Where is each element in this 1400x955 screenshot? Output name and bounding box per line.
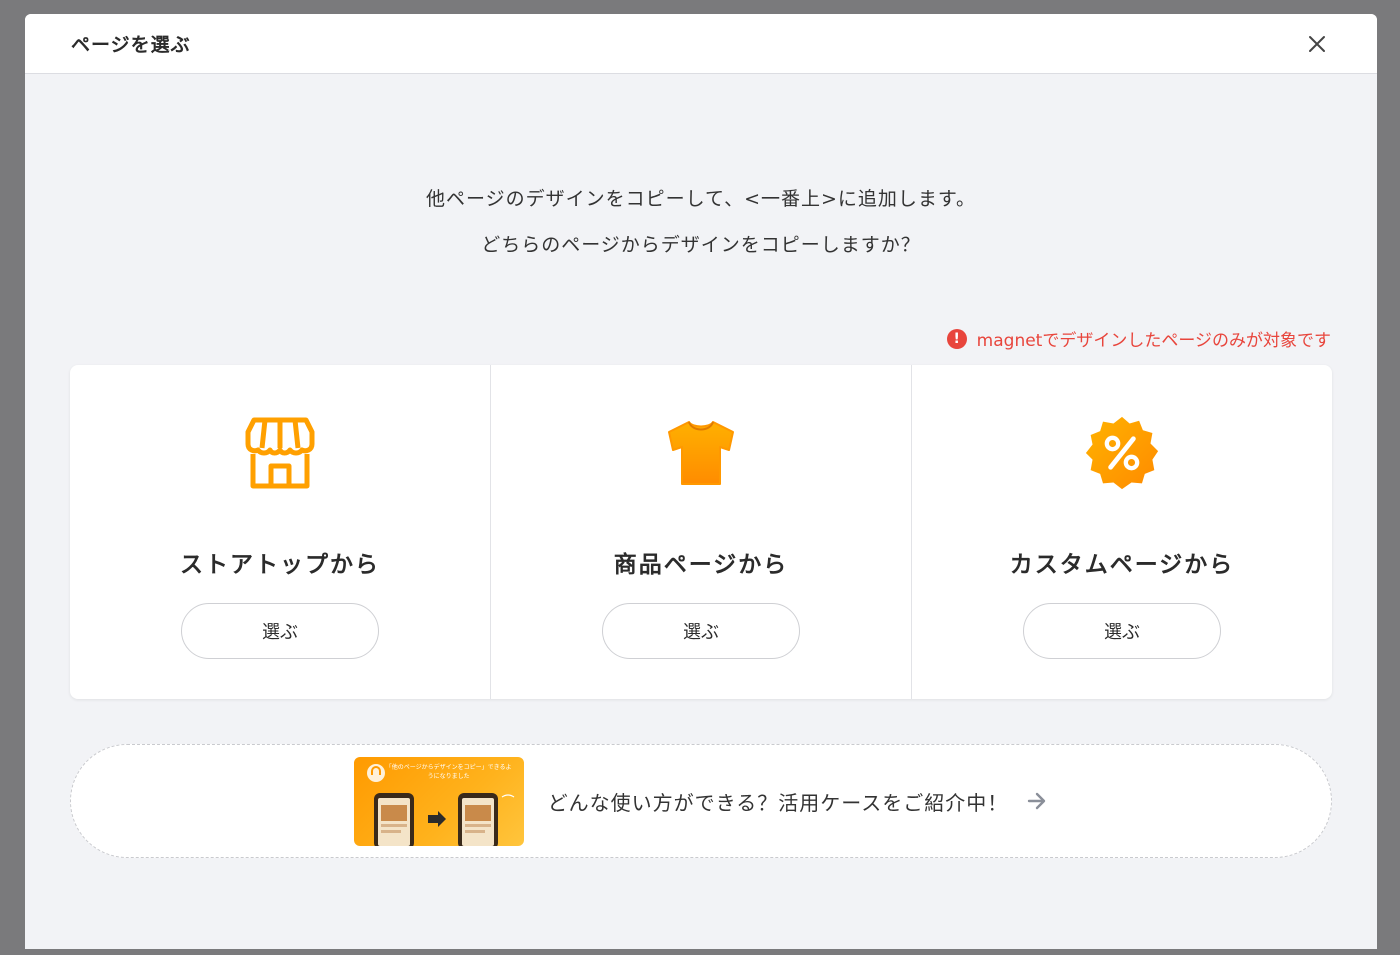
modal-header: ページを選ぶ [25, 14, 1377, 74]
storefront-icon [242, 415, 318, 491]
modal-title: ページを選ぶ [71, 34, 191, 56]
phone-illustration-icon [373, 792, 515, 846]
select-product-button[interactable]: 選ぶ [602, 603, 800, 659]
intro-text: 他ページのデザインをコピーして、<一番上>に追加します。 どちらのページからデザ… [25, 176, 1377, 268]
card-custom: カスタムページから 選ぶ [912, 365, 1332, 699]
page-source-cards: ストアトップから 選ぶ 商品ページから 選ぶ カスタムページから 選ぶ [70, 365, 1332, 699]
card-store-top: ストアトップから 選ぶ [70, 365, 491, 699]
card-product: 商品ページから 選ぶ [491, 365, 912, 699]
banner-thumbnail: 「他のページからデザインをコピー」できるようになりました [353, 756, 524, 846]
percent-badge-icon [1084, 415, 1160, 491]
close-icon [1309, 35, 1325, 52]
card-title-custom: カスタムページから [1009, 552, 1235, 578]
tshirt-icon [663, 415, 739, 491]
magnet-logo-icon [366, 763, 385, 782]
target-notice: ! magnetでデザインしたページのみが対象です [946, 326, 1331, 351]
select-store-top-button[interactable]: 選ぶ [181, 603, 379, 659]
select-custom-button[interactable]: 選ぶ [1023, 603, 1221, 659]
thumbnail-caption: 「他のページからデザインをコピー」できるようになりました [385, 763, 512, 780]
close-button[interactable] [1305, 32, 1329, 56]
notice-text: magnetでデザインしたページのみが対象です [976, 331, 1331, 351]
use-case-banner[interactable]: 「他のページからデザインをコピー」できるようになりました どんな使い方ができる？… [70, 744, 1332, 858]
card-title-store-top: ストアトップから [180, 552, 380, 578]
card-title-product: 商品ページから [613, 552, 789, 578]
alert-circle-icon: ! [946, 328, 967, 349]
modal-dialog: ページを選ぶ 他ページのデザインをコピーして、<一番上>に追加します。 どちらの… [25, 14, 1377, 949]
intro-line-2: どちらのページからデザインをコピーしますか？ [481, 234, 921, 256]
arrow-right-icon [1028, 792, 1046, 810]
intro-line-1: 他ページのデザインをコピーして、<一番上>に追加します。 [425, 188, 977, 210]
banner-text: どんな使い方ができる？活用ケースをご紹介中！ [547, 790, 1009, 815]
